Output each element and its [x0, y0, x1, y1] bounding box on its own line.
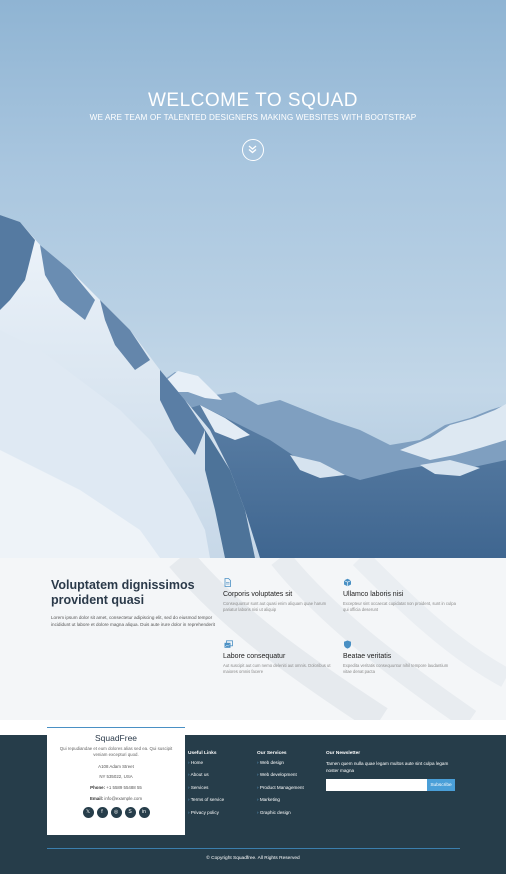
- shield-icon: [344, 640, 351, 649]
- footer-service-web-development[interactable]: › Web development: [257, 772, 304, 777]
- services-column: Our Services › Web design › Web developm…: [257, 751, 304, 822]
- scroll-down-button[interactable]: [242, 139, 264, 161]
- features-title: Voluptatem dignissimos provident quasi: [51, 578, 195, 607]
- skype-icon[interactable]: S: [124, 807, 136, 818]
- footer-link-home[interactable]: › Home: [188, 760, 224, 765]
- useful-links-heading: Useful Links: [188, 751, 217, 756]
- address-line-1: A108 Adam Street: [98, 764, 134, 769]
- phone-value: +1 5589 55488 55: [106, 785, 142, 790]
- copyright-text: © Copyright Squadfree. All Rights Reserv…: [206, 856, 300, 861]
- features-description: Lorem ipsum dolor sit amet, consectetur …: [51, 615, 215, 627]
- phone-row: Phone: +1 5589 55488 55: [47, 785, 185, 790]
- useful-links-column: Useful Links › Home › About us › Service…: [188, 751, 224, 822]
- x-icon[interactable]: 𝕏: [82, 807, 94, 818]
- feature-card-title: Beatae veritatis: [343, 653, 392, 660]
- email-row: Email: info@example.com: [47, 796, 185, 801]
- document-icon: [224, 578, 231, 587]
- newsletter-form: Subscribe: [326, 779, 456, 791]
- footer-service-graphic-design[interactable]: › Graphic design: [257, 810, 304, 815]
- footer-link-privacy[interactable]: › Privacy policy: [188, 810, 224, 815]
- phone-label: Phone:: [90, 785, 106, 790]
- footer-link-terms[interactable]: › Terms of service: [188, 797, 224, 802]
- footer-link-services[interactable]: › Services: [188, 785, 224, 790]
- images-icon: [224, 640, 233, 648]
- double-chevron-down-icon: [248, 145, 257, 154]
- brand-tagline: Qui repudiandae et eum dolores alias sed…: [59, 746, 173, 757]
- footer-divider: [47, 848, 460, 849]
- brand-name: SquadFree: [94, 733, 138, 743]
- facebook-icon[interactable]: f: [96, 807, 108, 818]
- instagram-icon[interactable]: ◎: [110, 807, 122, 818]
- feature-card: Labore consequatur Aut suscipit aut cum …: [223, 640, 338, 675]
- social-links: 𝕏 f ◎ S in: [47, 807, 185, 818]
- footer-service-web-design[interactable]: › Web design: [257, 760, 304, 765]
- footer-service-product-management[interactable]: › Product Management: [257, 785, 304, 790]
- email-label: Email:: [89, 796, 104, 801]
- subscribe-button[interactable]: Subscribe: [427, 779, 455, 791]
- feature-card: Ullamco laboris nisi Excepteur sint occa…: [343, 578, 458, 613]
- feature-card-text: Expedita veritatis consequuntur nihil te…: [343, 663, 449, 674]
- hero-title: WELCOME TO SQUAD: [148, 90, 358, 111]
- feature-card-text: Excepteur sint occaecat cupidatat non pr…: [343, 601, 456, 612]
- footer-brand-box: SquadFree Qui repudiandae et eum dolores…: [47, 727, 185, 835]
- email-value: info@example.com: [104, 796, 143, 801]
- feature-card: Beatae veritatis Expedita veritatis cons…: [343, 640, 458, 675]
- hero-section: WELCOME TO SQUAD WE ARE TEAM OF TALENTED…: [0, 0, 506, 558]
- feature-card-text: Aut suscipit aut cum nemo deleniti aut o…: [223, 663, 331, 674]
- newsletter-text: Tamen quem nulla quae legam multos aute …: [326, 761, 449, 773]
- box-icon: [343, 578, 352, 587]
- services-heading: Our Services: [257, 751, 287, 756]
- feature-card-title: Labore consequatur: [223, 653, 286, 660]
- feature-card-title: Corporis voluptates sit: [223, 591, 293, 598]
- feature-card-text: Consequuntur sunt aut quasi enim aliquam…: [223, 601, 327, 612]
- hero-subtitle: WE ARE TEAM OF TALENTED DESIGNERS MAKING…: [89, 113, 417, 122]
- footer-link-about[interactable]: › About us: [188, 772, 224, 777]
- footer-service-marketing[interactable]: › Marketing: [257, 797, 304, 802]
- mountain-background: [0, 215, 506, 558]
- address-line-2: NY 535022, USA: [99, 774, 133, 779]
- feature-card-title: Ullamco laboris nisi: [343, 591, 404, 598]
- linkedin-icon[interactable]: in: [138, 807, 150, 818]
- features-section: Voluptatem dignissimos provident quasi L…: [0, 558, 506, 720]
- feature-card: Corporis voluptates sit Consequuntur sun…: [223, 578, 338, 613]
- newsletter-email-input[interactable]: [326, 779, 427, 791]
- newsletter-column: Our Newsletter Tamen quem nulla quae leg…: [326, 751, 456, 791]
- newsletter-heading: Our Newsletter: [326, 751, 361, 756]
